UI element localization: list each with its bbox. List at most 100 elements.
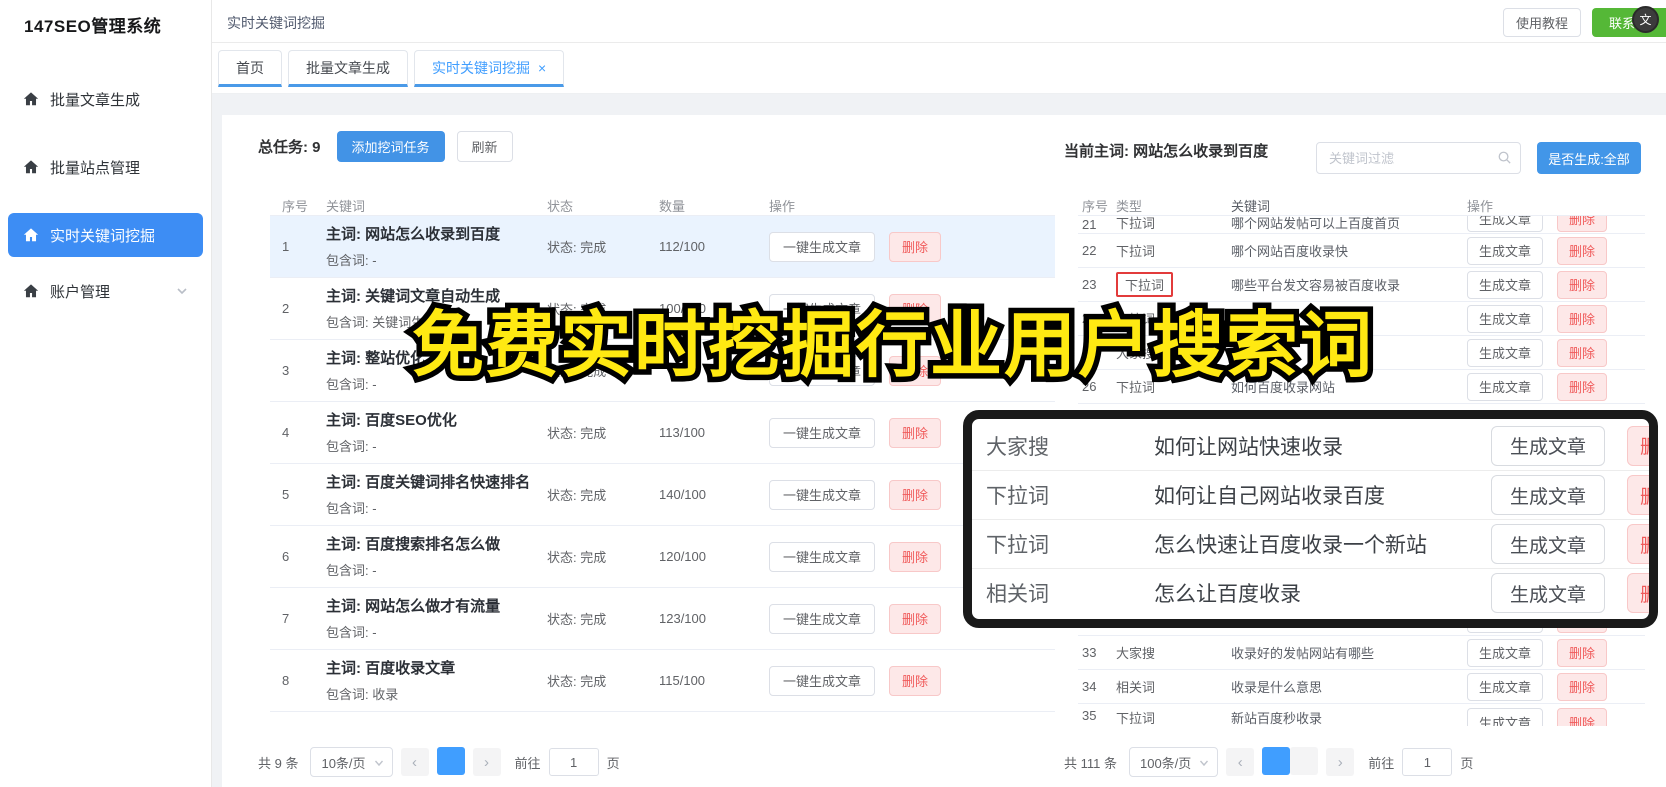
inset-row: 下拉词 怎么快速让百度收录一个新站 生成文章 删除: [972, 519, 1649, 568]
tabbar: 首页 × 批量文章生成 × 实时关键词挖掘 ×: [212, 43, 1666, 94]
goto-page-input[interactable]: [1402, 748, 1453, 776]
tab[interactable]: 实时关键词挖掘 ×: [414, 50, 565, 87]
type-cell: 大家搜: [986, 435, 1049, 459]
included-words: 包含词: -: [326, 253, 377, 268]
next-page-button[interactable]: ›: [472, 748, 501, 776]
goto-page-input[interactable]: [548, 748, 599, 776]
type-cell: 大家搜: [1116, 643, 1231, 662]
row-number: 4: [282, 425, 290, 440]
generate-article-button[interactable]: 生成文章: [1490, 524, 1605, 564]
translate-extension-icon[interactable]: 文: [1632, 6, 1659, 33]
page-button[interactable]: [1290, 746, 1319, 775]
generate-article-button[interactable]: 生成文章: [1490, 425, 1605, 466]
generate-all-button[interactable]: 是否生成:全部: [1537, 142, 1641, 174]
delete-button[interactable]: 删除: [889, 231, 942, 262]
ops-cell: 生成文章 删除: [1467, 708, 1645, 726]
delete-button[interactable]: 删除: [1627, 573, 1649, 613]
generate-article-button[interactable]: 生成文章: [1490, 475, 1605, 515]
table-row: 6 主词: 百度搜索排名怎么做 包含词: - 状态: 完成 120/100 一键…: [270, 526, 1055, 588]
sidebar-item[interactable]: 批量站点管理: [8, 145, 203, 189]
table-row: 21 下拉词 哪个网站发帖可以上百度首页 生成文章 删除: [1078, 216, 1645, 234]
page-size-value: 10条/页: [321, 755, 366, 771]
delete-button[interactable]: 删除: [1557, 372, 1608, 401]
delete-button[interactable]: 删除: [1557, 672, 1608, 701]
generate-article-button[interactable]: 生成文章: [1490, 573, 1605, 613]
ops-cell: 生成文章 删除: [1467, 270, 1645, 299]
page-size-select[interactable]: 10条/页: [310, 747, 393, 777]
tab[interactable]: 首页 ×: [218, 50, 282, 87]
tab[interactable]: 批量文章生成 ×: [288, 50, 408, 87]
generate-article-button[interactable]: 一键生成文章: [769, 603, 876, 634]
delete-button[interactable]: 删除: [1627, 524, 1649, 564]
delete-button[interactable]: 删除: [1557, 708, 1608, 726]
tasks-table-header: 序号 关键词 状态 数量 操作: [270, 196, 1055, 216]
sidebar-item[interactable]: 实时关键词挖掘: [8, 213, 203, 257]
column-header-ops: 操作: [1467, 199, 1494, 214]
row-number: 8: [282, 673, 290, 688]
delete-button[interactable]: 删除: [889, 417, 942, 448]
ops-cell: 生成文章 删除: [1467, 638, 1645, 667]
contact-badge-glyph: 文: [1639, 13, 1652, 27]
page-button[interactable]: [436, 746, 465, 775]
delete-button[interactable]: 删除: [889, 665, 942, 696]
prev-page-button[interactable]: ‹: [1226, 748, 1255, 776]
tutorial-button[interactable]: 使用教程: [1503, 8, 1581, 37]
home-icon: [22, 226, 40, 244]
keyword-cell: 新站百度秒收录: [1231, 711, 1323, 726]
generate-article-button[interactable]: 生成文章: [1467, 236, 1544, 265]
page-size-select[interactable]: 100条/页: [1128, 747, 1219, 777]
generate-article-button[interactable]: 生成文章: [1467, 270, 1544, 299]
next-page-button[interactable]: ›: [1326, 748, 1355, 776]
goto-label: 前往: [1368, 755, 1395, 771]
table-row: 5 主词: 百度关键词排名快速排名 包含词: - 状态: 完成 140/100 …: [270, 464, 1055, 526]
table-row: 35 下拉词 新站百度秒收录 生成文章 删除: [1078, 704, 1645, 726]
delete-button[interactable]: 删除: [1557, 236, 1608, 265]
delete-button[interactable]: 删除: [889, 479, 942, 510]
table-row: 22 下拉词 哪个网站百度收录快 生成文章 删除: [1078, 234, 1645, 268]
generate-article-button[interactable]: 一键生成文章: [769, 665, 876, 696]
generate-article-button[interactable]: 一键生成文章: [769, 417, 876, 448]
delete-button[interactable]: 删除: [889, 603, 942, 634]
row-number: 35: [1082, 708, 1097, 723]
add-task-button[interactable]: 添加挖词任务: [336, 131, 445, 162]
column-header-type: 类型: [1116, 199, 1143, 214]
prev-page-button[interactable]: ‹: [400, 748, 429, 776]
delete-button[interactable]: 删除: [1557, 638, 1608, 667]
app-logo: 147SEO管理系统: [24, 17, 162, 36]
sidebar-nav: 批量文章生成 批量站点管理 实时关键词挖掘 账户管理: [0, 77, 211, 313]
goto-page: 前往 页: [515, 748, 620, 776]
delete-button[interactable]: 删除: [1557, 270, 1608, 299]
left-panel-controls: 总任务: 9 添加挖词任务 刷新: [258, 131, 513, 162]
keyword-filter-input[interactable]: [1316, 142, 1521, 174]
delete-button[interactable]: 删除: [1627, 425, 1649, 466]
generate-article-button[interactable]: 生成文章: [1467, 372, 1544, 401]
close-icon[interactable]: ×: [538, 60, 546, 76]
generate-article-button[interactable]: 生成文章: [1467, 304, 1544, 333]
chevron-down-icon: [175, 284, 189, 298]
goto-page: 前往 页: [1368, 748, 1473, 776]
sidebar-item[interactable]: 账户管理: [8, 269, 203, 313]
column-header-keyword: 关键词: [1231, 199, 1271, 214]
home-icon: [22, 158, 40, 176]
delete-button[interactable]: 删除: [1627, 475, 1649, 515]
generate-article-button[interactable]: 一键生成文章: [769, 541, 876, 572]
home-icon: [22, 90, 40, 108]
generate-article-button[interactable]: 一键生成文章: [769, 231, 876, 262]
refresh-button[interactable]: 刷新: [456, 131, 513, 162]
row-number: 22: [1082, 243, 1097, 258]
page-button[interactable]: [1262, 746, 1291, 775]
generate-article-button[interactable]: 生成文章: [1467, 216, 1544, 232]
keyword-cell: 主词: 百度关键词排名快速排名 包含词: -: [310, 472, 535, 517]
generate-article-button[interactable]: 生成文章: [1467, 708, 1544, 726]
sidebar-item[interactable]: 批量文章生成: [8, 77, 203, 121]
delete-button[interactable]: 删除: [1557, 216, 1608, 232]
home-icon: [22, 282, 40, 300]
generate-article-button[interactable]: 生成文章: [1467, 672, 1544, 701]
generate-article-button[interactable]: 一键生成文章: [769, 479, 876, 510]
generate-article-button[interactable]: 生成文章: [1467, 638, 1544, 667]
delete-button[interactable]: 删除: [889, 541, 942, 572]
delete-button[interactable]: 删除: [1557, 338, 1608, 367]
generate-article-button[interactable]: 生成文章: [1467, 338, 1544, 367]
row-number: 6: [282, 549, 290, 564]
delete-button[interactable]: 删除: [1557, 304, 1608, 333]
